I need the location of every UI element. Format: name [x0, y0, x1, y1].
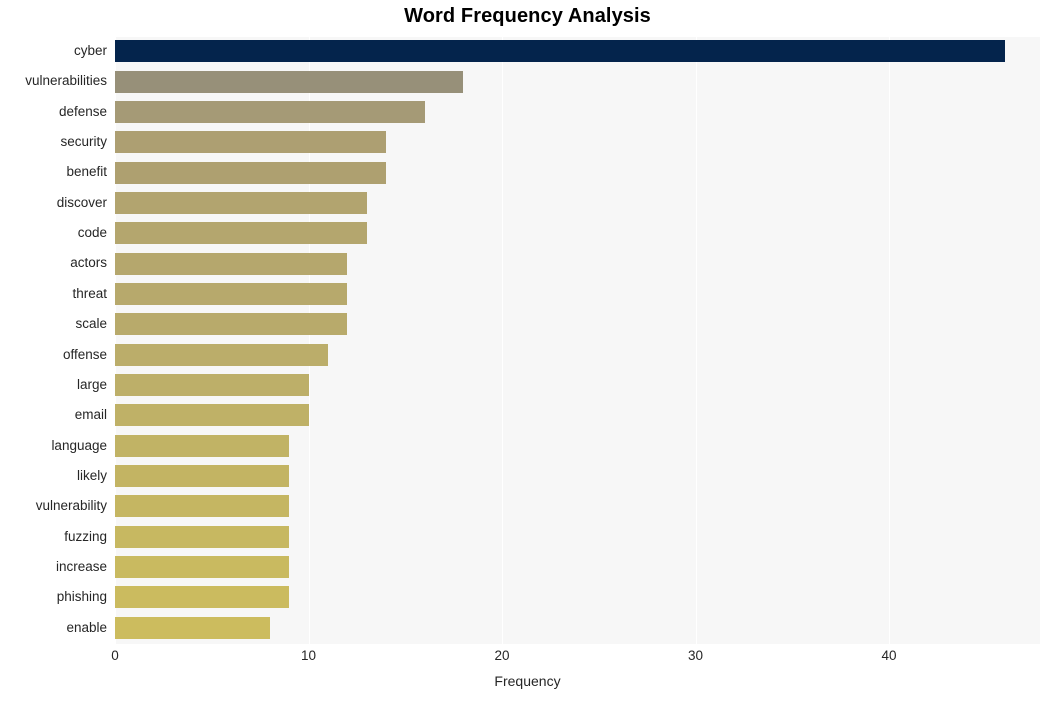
y-axis-tick-label: defense	[58, 103, 107, 119]
x-axis-tick-label: 30	[688, 648, 704, 663]
bar-row	[115, 189, 1040, 217]
bar[interactable]	[115, 100, 425, 123]
y-axis-tick-label: increase	[55, 558, 107, 574]
y-axis-tick-label: vulnerability	[35, 498, 107, 514]
y-axis-tick-label: security	[60, 134, 107, 150]
y-axis-tick-label: likely	[76, 467, 107, 483]
bar[interactable]	[115, 495, 290, 518]
bar[interactable]	[115, 70, 464, 93]
y-axis-tick-label: cyber	[73, 43, 107, 58]
y-axis-tick-label: threat	[72, 285, 107, 301]
bars-layer	[115, 37, 1040, 644]
bar-row	[115, 37, 1040, 65]
bar-row	[115, 158, 1040, 186]
bar[interactable]	[115, 556, 290, 579]
bar-row	[115, 128, 1040, 156]
bar-row	[115, 432, 1040, 460]
bar[interactable]	[115, 404, 309, 427]
bar-row	[115, 219, 1040, 247]
x-axis-tick-label: 20	[494, 648, 510, 663]
bar-row	[115, 462, 1040, 490]
x-axis-tick-label: 0	[111, 648, 119, 663]
bar-row	[115, 371, 1040, 399]
bar-row	[115, 280, 1040, 308]
bar[interactable]	[115, 131, 386, 154]
bar[interactable]	[115, 282, 348, 305]
y-axis-tick-label: language	[51, 437, 107, 453]
y-axis-tick-label: code	[77, 225, 107, 241]
bar-row	[115, 583, 1040, 611]
bar-row	[115, 249, 1040, 277]
bar-row	[115, 310, 1040, 338]
y-axis-tick-label: enable	[66, 619, 107, 635]
y-axis-tick-label: email	[74, 407, 107, 423]
y-axis-tick-label: offense	[62, 346, 107, 362]
y-axis-tick-label: benefit	[66, 164, 107, 180]
bar[interactable]	[115, 465, 290, 488]
bar-row	[115, 614, 1040, 642]
y-axis-tick-label: vulnerabilities	[25, 73, 107, 89]
bar[interactable]	[115, 161, 386, 184]
bar[interactable]	[115, 374, 309, 397]
bar-row	[115, 67, 1040, 95]
bar[interactable]	[115, 222, 367, 245]
bar-row	[115, 553, 1040, 581]
bar[interactable]	[115, 191, 367, 214]
y-axis-tick-label: actors	[70, 255, 107, 271]
bar[interactable]	[115, 252, 348, 275]
y-axis-tick-label: phishing	[56, 589, 107, 605]
y-axis-tick-label: discover	[56, 194, 107, 210]
bar[interactable]	[115, 40, 1006, 63]
bar[interactable]	[115, 525, 290, 548]
x-axis-tick-label: 10	[300, 648, 317, 663]
y-axis-tick-label: fuzzing	[64, 528, 107, 544]
y-axis-tick-label: scale	[75, 316, 107, 332]
bar[interactable]	[115, 616, 270, 639]
y-axis-labels: cyber vulnerabilities defense security benef…	[0, 37, 107, 644]
bar[interactable]	[115, 586, 290, 609]
x-axis-tick-label: 40	[881, 648, 897, 663]
x-axis-title: Frequency	[494, 673, 561, 689]
plot-area	[115, 37, 1040, 644]
bar[interactable]	[115, 343, 328, 366]
bar-row	[115, 492, 1040, 520]
bar-row	[115, 401, 1040, 429]
bar-row	[115, 523, 1040, 551]
chart-title: Word Frequency Analysis	[404, 5, 651, 27]
bar-row	[115, 341, 1040, 369]
x-axis-ticks: 0 10 20 30 40	[0, 646, 1055, 668]
y-axis-tick-label: large	[76, 376, 107, 392]
bar-row	[115, 98, 1040, 126]
bar[interactable]	[115, 313, 348, 336]
word-frequency-chart: Word Frequency Analysis cyber vulnerabili…	[0, 0, 1055, 701]
bar[interactable]	[115, 434, 290, 457]
